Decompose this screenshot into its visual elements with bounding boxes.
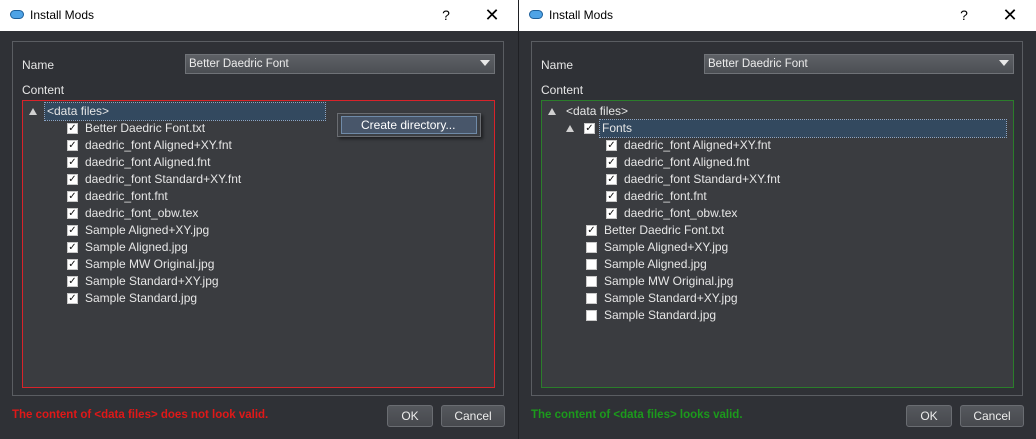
checkbox-checked-icon[interactable]: ✓ xyxy=(67,174,78,185)
close-button[interactable]: ✕ xyxy=(480,4,504,26)
tree-item-label: daedric_font Standard+XY.fnt xyxy=(624,172,781,186)
checkbox-checked-icon[interactable]: ✓ xyxy=(67,225,78,236)
name-combobox[interactable]: Better Daedric Font xyxy=(704,54,1014,74)
context-menu: Create directory... xyxy=(337,113,481,137)
checkbox-checked-icon[interactable]: ✓ xyxy=(606,157,617,168)
checkbox-checked-icon[interactable]: ✓ xyxy=(67,123,78,134)
tree-root-label[interactable]: <data files> xyxy=(44,102,326,121)
checkbox-checked-icon[interactable]: ✓ xyxy=(67,208,78,219)
cancel-button[interactable]: Cancel xyxy=(960,405,1024,427)
checkbox-checked-icon[interactable]: ✓ xyxy=(586,225,597,236)
tree-item-label: Sample Aligned+XY.jpg xyxy=(604,240,729,254)
tree-root-label[interactable]: <data files> xyxy=(566,103,628,120)
expand-arrow-icon[interactable] xyxy=(548,108,556,115)
checkbox-checked-icon[interactable]: ✓ xyxy=(67,293,78,304)
tree-item-label: Sample MW Original.jpg xyxy=(85,257,215,271)
tree-item-label: daedric_font Aligned.fnt xyxy=(85,155,211,169)
tree-folder-label[interactable]: Fonts xyxy=(599,119,1007,138)
checkbox-checked-icon[interactable]: ✓ xyxy=(606,174,617,185)
content-tree[interactable]: <data files> ✓ Fonts ✓ daedric_font Align… xyxy=(541,100,1014,388)
ok-button[interactable]: OK xyxy=(906,405,952,427)
checkbox-checked-icon[interactable]: ✓ xyxy=(67,259,78,270)
help-button[interactable]: ? xyxy=(434,4,458,26)
checkbox-checked-icon[interactable]: ✓ xyxy=(67,157,78,168)
app-icon xyxy=(529,10,543,19)
tree-item-label: daedric_font Standard+XY.fnt xyxy=(85,172,242,186)
content-tree[interactable]: <data files> ✓ Better Daedric Font.txt ✓ d… xyxy=(22,100,495,388)
checkbox-checked-icon[interactable]: ✓ xyxy=(67,191,78,202)
tree-item-label: Sample Aligned+XY.jpg xyxy=(85,223,210,237)
checkbox-unchecked-icon[interactable] xyxy=(586,242,597,253)
window-title: Install Mods xyxy=(549,8,614,22)
tree-item-label: daedric_font Aligned.fnt xyxy=(624,155,750,169)
name-label: Name xyxy=(22,58,55,72)
tree-item-label: daedric_font Aligned+XY.fnt xyxy=(85,138,232,152)
create-directory-menu-item[interactable]: Create directory... xyxy=(341,116,477,134)
checkbox-checked-icon[interactable]: ✓ xyxy=(67,242,78,253)
tree-item-label: Better Daedric Font.txt xyxy=(85,121,206,135)
tree-item-label: daedric_font_obw.tex xyxy=(624,206,738,220)
checkbox-checked-icon[interactable]: ✓ xyxy=(606,140,617,151)
expand-arrow-icon[interactable] xyxy=(29,108,37,115)
tree-item-label: daedric_font Aligned+XY.fnt xyxy=(624,138,771,152)
close-button[interactable]: ✕ xyxy=(998,4,1022,26)
tree-item-label: Sample Aligned.jpg xyxy=(604,257,707,271)
help-button[interactable]: ? xyxy=(952,4,976,26)
tree-item-label: daedric_font_obw.tex xyxy=(85,206,199,220)
tree-item-label: Sample Standard+XY.jpg xyxy=(85,274,219,288)
checkbox-unchecked-icon[interactable] xyxy=(586,310,597,321)
ok-button[interactable]: OK xyxy=(387,405,433,427)
name-label: Name xyxy=(541,58,574,72)
content-label: Content xyxy=(22,83,65,97)
checkbox-checked-icon[interactable]: ✓ xyxy=(584,123,595,134)
chevron-down-icon[interactable] xyxy=(999,60,1009,66)
expand-arrow-icon[interactable] xyxy=(566,125,574,132)
checkbox-checked-icon[interactable]: ✓ xyxy=(67,276,78,287)
tree-item-label: Sample Aligned.jpg xyxy=(85,240,188,254)
app-icon xyxy=(10,10,24,19)
chevron-down-icon[interactable] xyxy=(480,60,490,66)
tree-item-label: Sample Standard.jpg xyxy=(85,291,198,305)
validation-status: The content of <data files> does not loo… xyxy=(12,409,269,421)
checkbox-unchecked-icon[interactable] xyxy=(586,259,597,270)
title-bar: Install Mods ? ✕ xyxy=(0,0,518,31)
tree-item-label: Sample Standard+XY.jpg xyxy=(604,291,738,305)
title-bar: Install Mods ? ✕ xyxy=(519,0,1036,31)
tree-item-label: Sample MW Original.jpg xyxy=(604,274,734,288)
checkbox-unchecked-icon[interactable] xyxy=(586,293,597,304)
checkbox-unchecked-icon[interactable] xyxy=(586,276,597,287)
tree-item-label: daedric_font.fnt xyxy=(85,189,168,203)
checkbox-checked-icon[interactable]: ✓ xyxy=(606,208,617,219)
tree-item-label: Sample Standard.jpg xyxy=(604,308,717,322)
window-title: Install Mods xyxy=(30,8,95,22)
name-combobox-value: Better Daedric Font xyxy=(189,58,289,70)
tree-item-label: daedric_font.fnt xyxy=(624,189,707,203)
checkbox-checked-icon[interactable]: ✓ xyxy=(67,140,78,151)
content-label: Content xyxy=(541,83,584,97)
name-combobox[interactable]: Better Daedric Font xyxy=(185,54,495,74)
cancel-button[interactable]: Cancel xyxy=(441,405,505,427)
install-mods-dialog-valid: Install Mods ? ✕ Name Better Daedric Fon… xyxy=(518,0,1036,439)
checkbox-checked-icon[interactable]: ✓ xyxy=(606,191,617,202)
name-combobox-value: Better Daedric Font xyxy=(708,58,808,70)
install-mods-dialog-invalid: Install Mods ? ✕ Name Better Daedric Fon… xyxy=(0,0,518,439)
tree-item-label: Better Daedric Font.txt xyxy=(604,223,725,237)
validation-status: The content of <data files> looks valid. xyxy=(531,409,743,421)
